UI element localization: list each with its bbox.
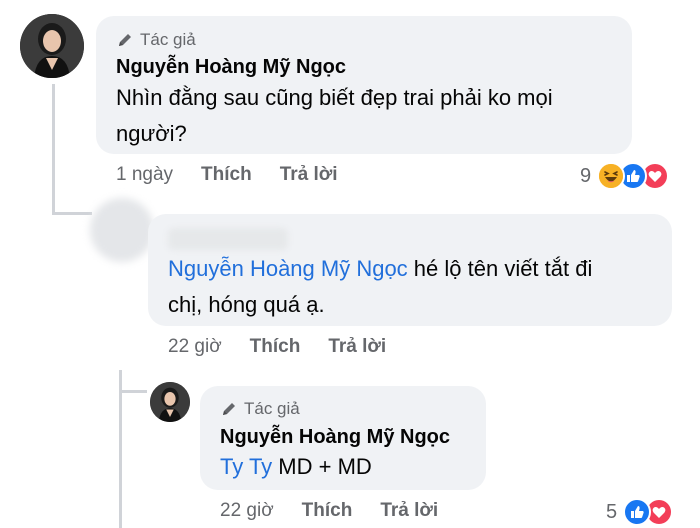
- pencil-icon: [119, 34, 131, 46]
- comment-text-line: người?: [116, 121, 187, 146]
- reply-text: Nguyễn Hoàng Mỹ Ngọc hé lộ tên viết tắt …: [168, 251, 658, 323]
- thread-line-branch: [52, 212, 92, 215]
- author-badge: Tác giả: [116, 30, 196, 50]
- like-button[interactable]: Thích: [250, 336, 301, 358]
- reaction-summary[interactable]: 5: [606, 498, 674, 526]
- reaction-count: 5: [606, 500, 618, 523]
- author-badge-label: Tác giả: [140, 30, 196, 49]
- reply-button[interactable]: Trả lời: [328, 336, 386, 358]
- comment-actions: 1 ngày Thích Trả lời: [116, 164, 338, 186]
- avatar[interactable]: [20, 14, 84, 78]
- author-badge: Tác giả: [220, 399, 300, 419]
- pencil-icon: [223, 403, 235, 415]
- thread-line-main: [52, 84, 55, 214]
- reply-button[interactable]: Trả lời: [380, 500, 438, 522]
- comment-text: Nhìn đằng sau cũng biết đẹp trai phải ko…: [116, 80, 626, 152]
- author-badge-label: Tác giả: [244, 399, 300, 418]
- author-name[interactable]: Nguyễn Hoàng Mỹ Ngọc: [220, 426, 450, 449]
- reply-text: Ty Ty MD + MD: [220, 449, 372, 485]
- avatar-image: [150, 382, 190, 422]
- reply-actions: 22 giờ Thích Trả lời: [220, 500, 438, 522]
- author-name[interactable]: Nguyễn Hoàng Mỹ Ngọc: [116, 56, 346, 79]
- mention-link[interactable]: Ty Ty: [220, 454, 272, 479]
- like-button[interactable]: Thích: [201, 164, 252, 186]
- reply-time[interactable]: 22 giờ: [168, 336, 222, 358]
- reply-button[interactable]: Trả lời: [280, 164, 338, 186]
- comment-time[interactable]: 1 ngày: [116, 164, 173, 186]
- reaction-summary[interactable]: 9: [580, 162, 670, 190]
- thread-line-reply-branch: [119, 390, 147, 393]
- blurred-author-name: [168, 228, 288, 250]
- avatar[interactable]: [150, 382, 190, 422]
- comment-text-line: Nhìn đằng sau cũng biết đẹp trai phải ko…: [116, 85, 553, 110]
- reply-time[interactable]: 22 giờ: [220, 500, 274, 522]
- reaction-count: 9: [580, 164, 592, 187]
- haha-icon: [597, 162, 626, 190]
- reply-actions: 22 giờ Thích Trả lời: [168, 336, 386, 358]
- mention-link[interactable]: Nguyễn Hoàng Mỹ Ngọc: [168, 256, 408, 281]
- reply-text-fragment: MD + MD: [272, 454, 372, 479]
- thread-line-reply: [119, 370, 122, 528]
- like-icon: [623, 498, 652, 526]
- reply-text-fragment: hé lộ tên viết tắt đi: [407, 256, 593, 281]
- avatar-image: [20, 14, 84, 78]
- reply-text-line: chị, hóng quá ạ.: [168, 292, 325, 317]
- reply-text-line: Nguyễn Hoàng Mỹ Ngọc hé lộ tên viết tắt …: [168, 251, 658, 287]
- avatar-blurred[interactable]: [90, 198, 154, 262]
- like-button[interactable]: Thích: [302, 500, 353, 522]
